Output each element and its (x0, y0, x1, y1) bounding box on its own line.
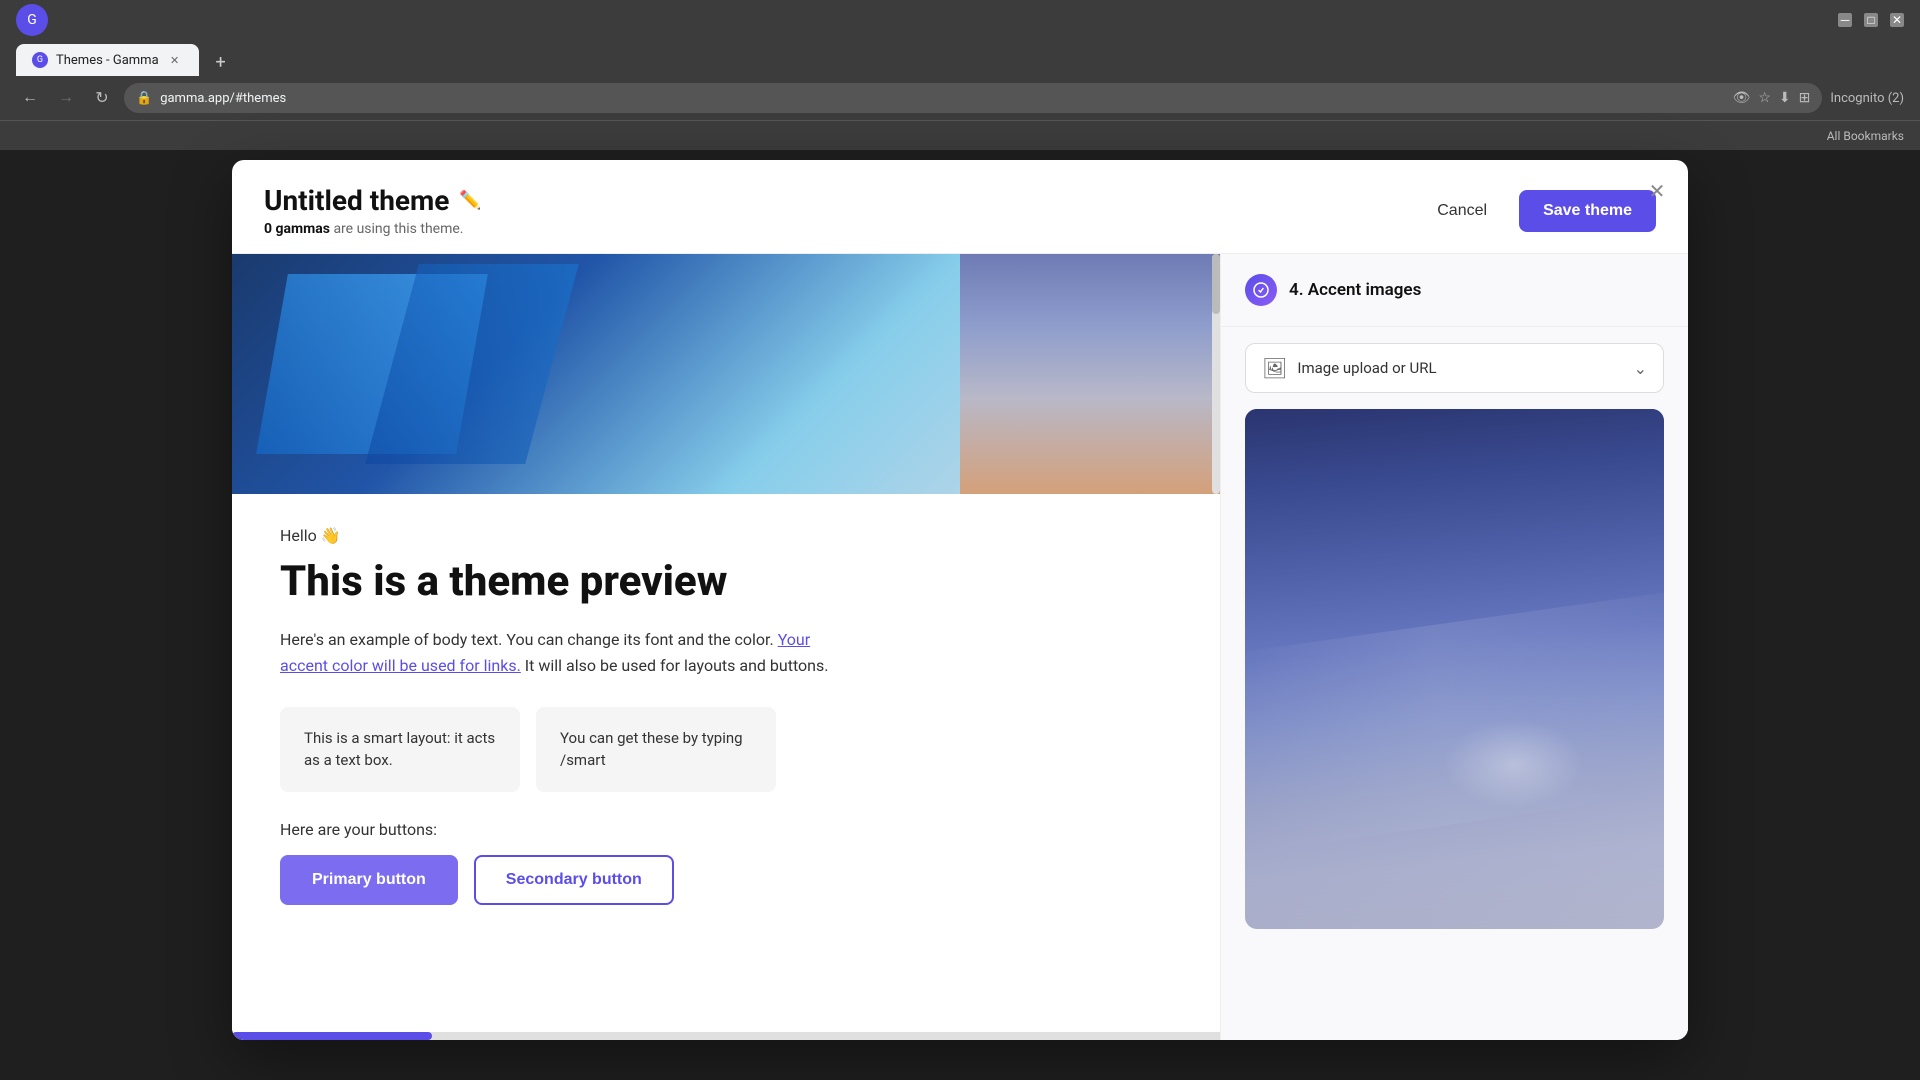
modal-body: Hello 👋 This is a theme preview Here's a… (232, 254, 1688, 1040)
preview-buttons: Primary button Secondary button (280, 855, 1172, 905)
star-icon: ☆ (1758, 90, 1771, 106)
window-controls: ─ □ ✕ (1838, 13, 1904, 27)
primary-button-preview[interactable]: Primary button (280, 855, 458, 905)
lock-icon: 🔒 (136, 91, 152, 106)
minimize-button[interactable]: ─ (1838, 13, 1852, 27)
preview-area: Hello 👋 This is a theme preview Here's a… (232, 254, 1220, 1040)
close-modal-button[interactable]: ✕ (1642, 176, 1672, 206)
modal-header: Untitled theme ✏️ 0 gammas are using thi… (232, 160, 1688, 254)
tab-favicon: G (32, 52, 48, 68)
title-bar: G ─ □ ✕ (0, 0, 1920, 40)
tab-close-button[interactable]: ✕ (167, 52, 183, 68)
save-theme-button[interactable]: Save theme (1519, 190, 1656, 232)
section-header: 4. Accent images (1221, 254, 1688, 327)
url-text: gamma.app/#themes (160, 91, 286, 106)
secondary-button-preview[interactable]: Secondary button (474, 855, 674, 905)
tab-title: Themes - Gamma (56, 53, 159, 68)
gamma-count: 0 gammas (264, 221, 330, 237)
section-title: 4. Accent images (1289, 280, 1421, 300)
smart-layouts: This is a smart layout: it acts as a tex… (280, 707, 1172, 792)
preview-body: Here's an example of body text. You can … (280, 627, 860, 678)
chevron-down-icon: ⌄ (1634, 359, 1647, 378)
incognito-label: Incognito (2) (1830, 91, 1904, 106)
back-button[interactable]: ← (16, 84, 44, 112)
cancel-button[interactable]: Cancel (1417, 192, 1507, 230)
address-bar[interactable]: 🔒 gamma.app/#themes 👁 ☆ ⬇ ⊞ (124, 83, 1822, 113)
refresh-button[interactable]: ↻ (88, 84, 116, 112)
theme-modal: Untitled theme ✏️ 0 gammas are using thi… (232, 160, 1688, 1040)
scrollbar-thumb (1212, 254, 1220, 314)
bookmarks-bar: All Bookmarks (0, 120, 1920, 150)
browser-extras: Incognito (2) (1830, 91, 1904, 106)
vertical-scrollbar[interactable] (1212, 254, 1220, 494)
smart-box-2: You can get these by typing /smart (536, 707, 776, 792)
tab-bar: G Themes - Gamma ✕ + (0, 40, 1920, 76)
modal-actions: Cancel Save theme (1417, 190, 1656, 232)
horizontal-scrollbar-thumb (232, 1032, 432, 1040)
horizontal-scrollbar[interactable] (232, 1032, 1220, 1040)
image-upload-icon: 🖼 (1262, 356, 1287, 380)
modal-backdrop: Untitled theme ✏️ 0 gammas are using thi… (0, 150, 1920, 1080)
window-avatar: G (16, 4, 48, 36)
modal-title: Untitled theme ✏️ (264, 184, 482, 217)
title-bar-controls: G (16, 4, 48, 36)
maximize-button[interactable]: □ (1864, 13, 1878, 27)
browser-chrome: G ─ □ ✕ G Themes - Gamma ✕ + ← → ↻ 🔒 gam… (0, 0, 1920, 150)
new-tab-button[interactable]: + (207, 48, 235, 76)
preview-greeting: Hello 👋 (280, 526, 1172, 545)
preview-hero-image (232, 254, 1220, 494)
bookmarks-label: All Bookmarks (1827, 129, 1904, 143)
preview-content: Hello 👋 This is a theme preview Here's a… (232, 494, 1220, 945)
image-upload-label: Image upload or URL (1297, 359, 1623, 377)
panel-image-preview (1245, 409, 1664, 929)
download-icon: ⬇ (1779, 90, 1791, 106)
image-upload-row[interactable]: 🖼 Image upload or URL ⌄ (1245, 343, 1664, 393)
modal-title-section: Untitled theme ✏️ 0 gammas are using thi… (264, 184, 482, 237)
smart-box-1: This is a smart layout: it acts as a tex… (280, 707, 520, 792)
right-panel: 4. Accent images 🖼 Image upload or URL ⌄ (1220, 254, 1688, 1040)
preview-heading: This is a theme preview (280, 557, 1172, 607)
edit-title-icon[interactable]: ✏️ (459, 190, 481, 211)
extension-icon: ⊞ (1799, 90, 1811, 106)
close-window-button[interactable]: ✕ (1890, 13, 1904, 27)
forward-button[interactable]: → (52, 84, 80, 112)
active-tab[interactable]: G Themes - Gamma ✕ (16, 44, 199, 76)
section-icon (1245, 274, 1277, 306)
address-bar-icons: 👁 ☆ ⬇ ⊞ (1733, 90, 1811, 106)
modal-subtitle: 0 gammas are using this theme. (264, 221, 482, 237)
hero-right-decorative (960, 254, 1220, 494)
address-bar-row: ← → ↻ 🔒 gamma.app/#themes 👁 ☆ ⬇ ⊞ Incogn… (0, 76, 1920, 120)
eye-off-icon: 👁 (1733, 90, 1751, 106)
buttons-label: Here are your buttons: (280, 820, 1172, 839)
